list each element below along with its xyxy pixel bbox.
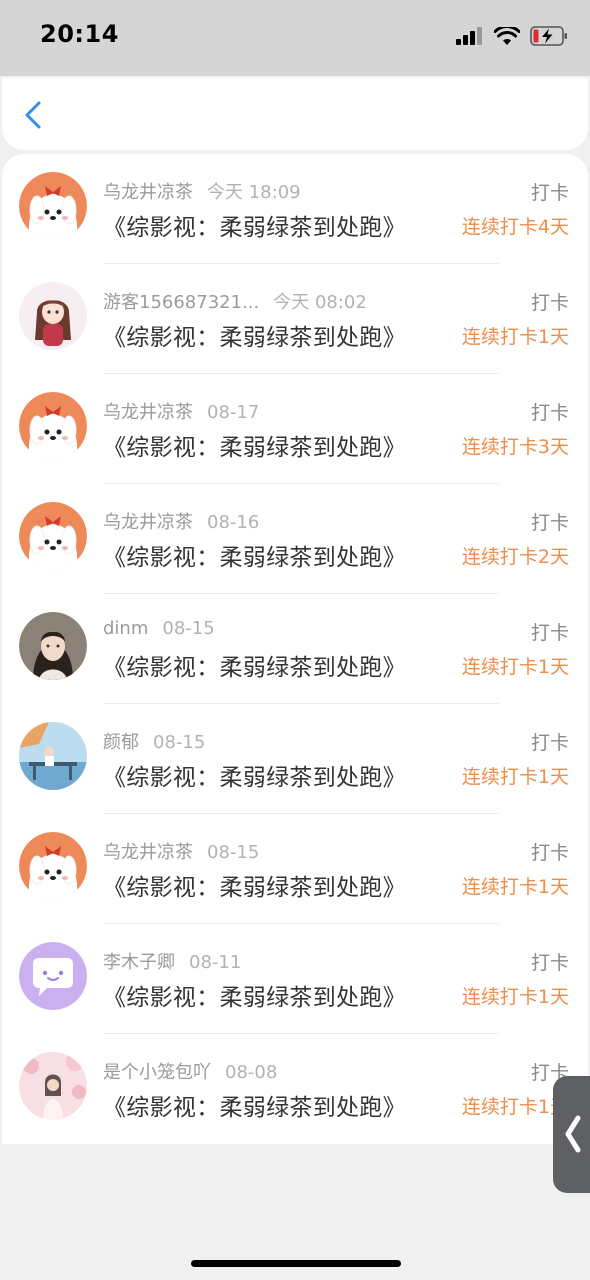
action-label: 打卡 [530,952,569,974]
checkin-row[interactable]: 游客156687321... 今天 08:02 打卡 《综影视：柔弱绿茶到处跑》 … [2,264,588,374]
book-title[interactable]: 《综影视：柔弱绿茶到处跑》 [103,538,406,572]
streak-label: 连续打卡1天 [461,986,569,1008]
user-avatar[interactable] [19,1052,87,1120]
book-title[interactable]: 《综影视：柔弱绿茶到处跑》 [103,208,406,242]
username[interactable]: 游客156687321... [103,292,259,313]
battery-charging-icon [530,26,567,46]
meta-line: 颜郁 08-15 [103,728,205,754]
user-avatar[interactable] [19,612,87,680]
username[interactable]: 乌龙井凉茶 [103,182,193,203]
action-label: 打卡 [530,622,569,644]
username[interactable]: 颜郁 [103,732,139,753]
user-avatar[interactable] [19,392,87,460]
checkin-time: 今天 18:09 [207,182,301,203]
status-icons [456,24,568,48]
user-avatar[interactable] [19,172,87,240]
side-panel-handle[interactable] [553,1076,590,1193]
chevron-left-icon [565,1115,581,1153]
meta-line: 乌龙井凉茶 今天 18:09 [103,178,301,204]
meta-line: 乌龙井凉茶 08-17 [103,398,259,424]
username[interactable]: 乌龙井凉茶 [103,402,193,423]
photo-girl-avatar-icon [19,612,87,680]
user-avatar[interactable] [19,942,87,1010]
puppy-avatar-icon [19,392,87,460]
wifi-icon [494,26,520,45]
checkin-row[interactable]: 是个小笼包吖 08-08 打卡 《综影视：柔弱绿茶到处跑》 连续打卡1天 [2,1034,588,1144]
streak-label: 连续打卡1天 [461,656,569,678]
puppy-avatar-icon [19,502,87,570]
user-avatar[interactable] [19,832,87,900]
streak-label: 连续打卡3天 [461,436,569,458]
puppy-avatar-icon [19,832,87,900]
meta-line: 李木子卿 08-11 [103,948,241,974]
checkin-row[interactable]: 李木子卿 08-11 打卡 《综影视：柔弱绿茶到处跑》 连续打卡1天 [2,924,588,1034]
status-time: 20:14 [40,20,119,48]
book-title[interactable]: 《综影视：柔弱绿茶到处跑》 [103,978,406,1012]
checkin-row[interactable]: 颜郁 08-15 打卡 《综影视：柔弱绿茶到处跑》 连续打卡1天 [2,704,588,814]
screen: 20:14 乌龙井凉茶 今天 18:09 打卡 《综影视：柔弱绿茶到处跑》 连续… [0,0,590,1280]
checkin-time: 08-15 [162,618,215,639]
action-label: 打卡 [530,292,569,314]
book-title[interactable]: 《综影视：柔弱绿茶到处跑》 [103,428,406,462]
checkin-time: 08-15 [153,732,206,753]
streak-label: 连续打卡1天 [461,326,569,348]
nav-bar [2,78,588,150]
checkin-list: 乌龙井凉茶 今天 18:09 打卡 《综影视：柔弱绿茶到处跑》 连续打卡4天 游客… [2,154,588,1144]
action-label: 打卡 [530,402,569,424]
book-title[interactable]: 《综影视：柔弱绿茶到处跑》 [103,318,406,352]
scenery-avatar-icon [19,722,87,790]
user-avatar[interactable] [19,282,87,350]
user-avatar[interactable] [19,722,87,790]
streak-label: 连续打卡4天 [461,216,569,238]
username[interactable]: 乌龙井凉茶 [103,512,193,533]
meta-line: dinm 08-15 [103,618,215,639]
username[interactable]: 是个小笼包吖 [103,1062,211,1083]
anime-girl-avatar-icon [19,282,87,350]
streak-label: 连续打卡2天 [461,546,569,568]
meta-line: 乌龙井凉茶 08-16 [103,508,259,534]
username[interactable]: 李木子卿 [103,952,175,973]
checkin-time: 08-17 [207,402,260,423]
checkin-time: 08-15 [207,842,260,863]
status-bar: 20:14 [0,0,590,76]
back-button[interactable] [18,100,48,130]
signal-icon [456,27,482,45]
checkin-row[interactable]: 乌龙井凉茶 今天 18:09 打卡 《综影视：柔弱绿茶到处跑》 连续打卡4天 [2,154,588,264]
checkin-time: 08-08 [225,1062,278,1083]
chevron-left-icon [25,101,41,129]
checkin-time: 今天 08:02 [273,292,367,313]
puppy-avatar-icon [19,172,87,240]
home-indicator[interactable] [191,1260,401,1267]
action-label: 打卡 [530,732,569,754]
meta-line: 游客156687321... 今天 08:02 [103,288,367,314]
streak-label: 连续打卡1天 [461,876,569,898]
checkin-row[interactable]: 乌龙井凉茶 08-15 打卡 《综影视：柔弱绿茶到处跑》 连续打卡1天 [2,814,588,924]
book-title[interactable]: 《综影视：柔弱绿茶到处跑》 [103,1088,406,1122]
streak-label: 连续打卡1天 [461,766,569,788]
meta-line: 乌龙井凉茶 08-15 [103,838,259,864]
checkin-row[interactable]: 乌龙井凉茶 08-17 打卡 《综影视：柔弱绿茶到处跑》 连续打卡3天 [2,374,588,484]
checkin-time: 08-11 [189,952,242,973]
checkin-row[interactable]: 乌龙井凉茶 08-16 打卡 《综影视：柔弱绿茶到处跑》 连续打卡2天 [2,484,588,594]
book-title[interactable]: 《综影视：柔弱绿茶到处跑》 [103,868,406,902]
checkin-time: 08-16 [207,512,260,533]
pink-girl-avatar-icon [19,1052,87,1120]
chat-bubble-avatar-icon [19,942,87,1010]
username[interactable]: 乌龙井凉茶 [103,842,193,863]
checkin-row[interactable]: dinm 08-15 打卡 《综影视：柔弱绿茶到处跑》 连续打卡1天 [2,594,588,704]
username[interactable]: dinm [103,618,148,639]
user-avatar[interactable] [19,502,87,570]
book-title[interactable]: 《综影视：柔弱绿茶到处跑》 [103,648,406,682]
action-label: 打卡 [530,182,569,204]
action-label: 打卡 [530,512,569,534]
meta-line: 是个小笼包吖 08-08 [103,1058,277,1084]
action-label: 打卡 [530,842,569,864]
book-title[interactable]: 《综影视：柔弱绿茶到处跑》 [103,758,406,792]
